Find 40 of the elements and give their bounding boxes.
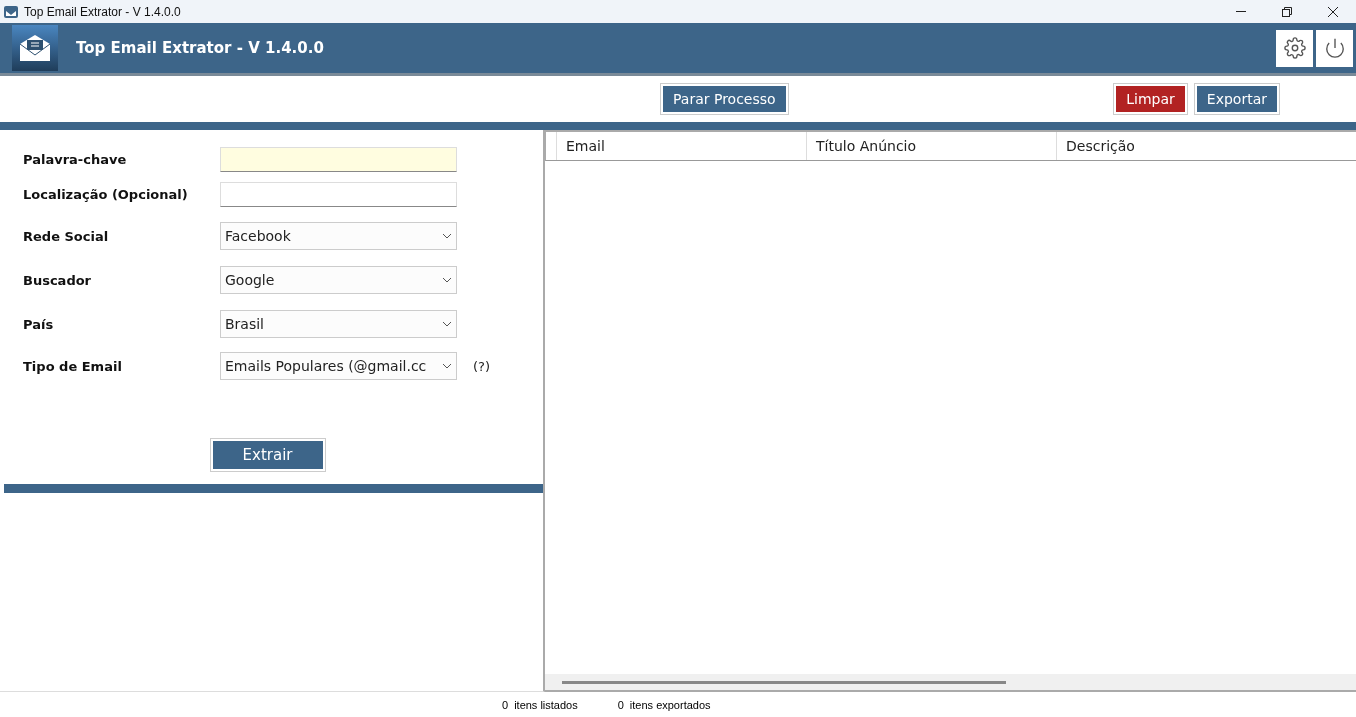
export-button[interactable]: Exportar bbox=[1196, 86, 1277, 112]
dropdown[interactable]: Facebook bbox=[220, 222, 457, 250]
chevron-down-icon bbox=[442, 363, 452, 369]
horizontal-scrollbar[interactable] bbox=[545, 674, 1356, 690]
restore-icon bbox=[1282, 6, 1292, 17]
chevron-down-icon bbox=[442, 321, 452, 327]
text-field[interactable] bbox=[220, 181, 457, 207]
dropdown[interactable]: Brasil bbox=[220, 310, 457, 338]
close-icon bbox=[1328, 6, 1338, 17]
chevron-down-icon bbox=[442, 277, 452, 283]
settings-button[interactable] bbox=[1276, 29, 1313, 67]
settings-icon bbox=[1283, 37, 1306, 59]
field-label: País bbox=[23, 316, 55, 332]
count: 0 bbox=[617, 698, 624, 711]
dropdown[interactable]: Google bbox=[220, 266, 457, 294]
field-label: Rede Social bbox=[23, 228, 110, 244]
field-label: Palavra-chave bbox=[23, 151, 128, 167]
text-field[interactable] bbox=[220, 146, 457, 172]
status-label: itens exportados bbox=[629, 698, 711, 711]
window-title: Top Email Extrator - V 1.4.0.0 bbox=[24, 4, 182, 19]
clear-button[interactable]: Limpar bbox=[1116, 86, 1185, 112]
app-title: Top Email Extrator - V 1.4.0.0 bbox=[76, 39, 325, 57]
status-label: itens listados bbox=[514, 698, 578, 711]
column-header[interactable]: Título Anúncio bbox=[806, 132, 1056, 160]
envelope-icon bbox=[4, 4, 18, 19]
count: 0 bbox=[502, 698, 509, 711]
field-label: Tipo de Email bbox=[23, 358, 123, 374]
dropdown[interactable]: Emails Populares (@gmail.cc bbox=[220, 352, 457, 380]
power-button[interactable] bbox=[1316, 29, 1353, 67]
chevron-down-icon bbox=[442, 233, 452, 239]
field-label: Localização (Opcional) bbox=[23, 186, 189, 202]
help-link[interactable]: (?) bbox=[473, 358, 491, 374]
stop-process-button[interactable]: Parar Processo bbox=[663, 86, 786, 112]
extract-button[interactable]: Extrair bbox=[212, 441, 323, 469]
power-icon bbox=[1323, 37, 1346, 59]
minimize-icon bbox=[1236, 11, 1246, 12]
column-header[interactable]: Descrição bbox=[1056, 132, 1306, 160]
envelope-logo-icon bbox=[12, 25, 58, 71]
column-header[interactable]: Email bbox=[556, 132, 806, 160]
field-label: Buscador bbox=[23, 272, 93, 288]
